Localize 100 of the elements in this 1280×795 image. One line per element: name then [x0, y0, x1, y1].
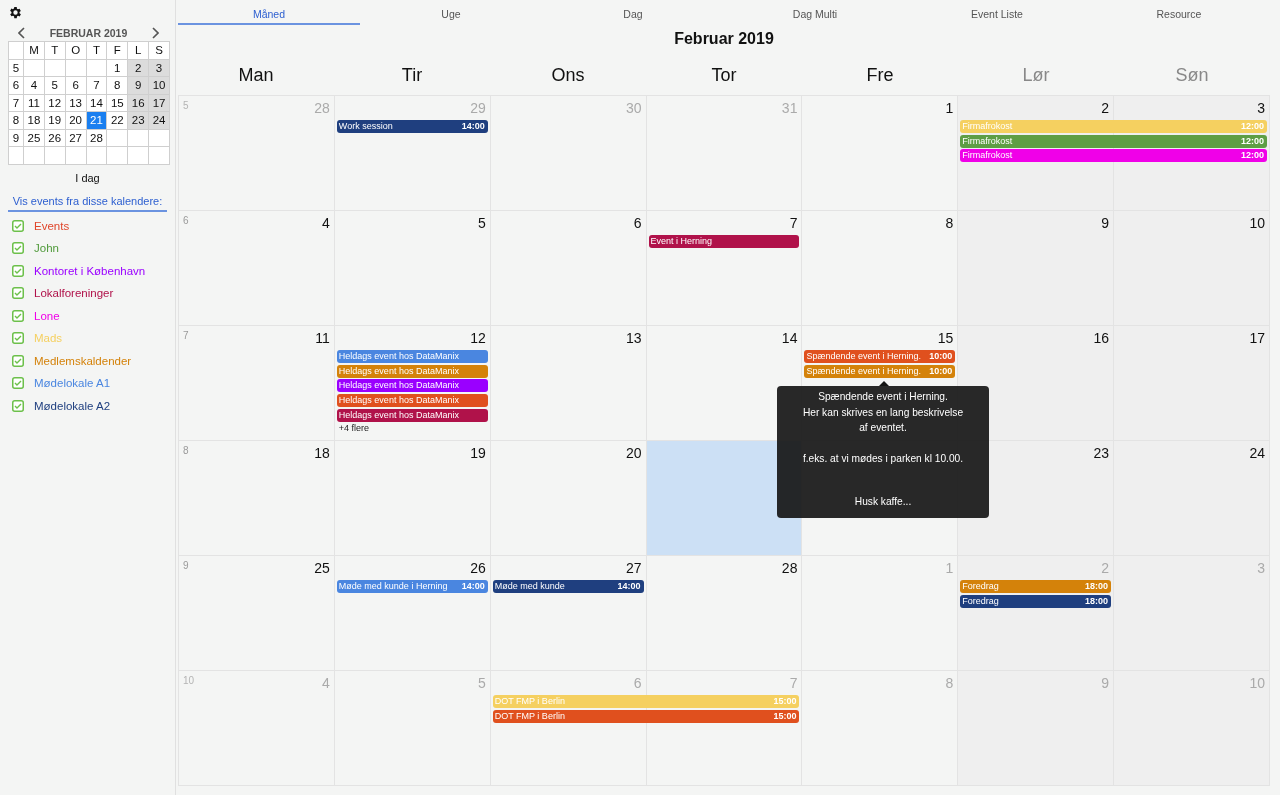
weekday-label: S: [148, 41, 170, 59]
checkbox[interactable]: [12, 399, 24, 412]
day-number: 26: [470, 559, 487, 578]
event-bar[interactable]: Heldags event hos DataManix: [336, 379, 488, 393]
event-bar[interactable]: Foredrag 18:00: [960, 594, 1112, 608]
day-number: 29: [470, 99, 487, 118]
day-number: 3: [1257, 99, 1266, 118]
view-tab[interactable]: Resource: [1088, 0, 1270, 25]
week-number: 8: [182, 444, 189, 458]
event-bar[interactable]: Heldags event hos DataManix: [336, 394, 488, 408]
day-number: 10: [1249, 674, 1266, 693]
checkbox[interactable]: [12, 287, 24, 299]
day-number: 9: [1101, 674, 1111, 693]
day-number: 3: [1257, 559, 1266, 578]
calendars-heading: Vis events fra disse kalendere:: [8, 194, 167, 212]
day-number: 24: [1249, 444, 1266, 463]
previous-month-icon[interactable]: [18, 27, 26, 39]
weekday-label: O: [65, 41, 87, 59]
day-number: 27: [626, 559, 643, 578]
week-number: 7: [182, 329, 189, 343]
day-number: 4: [322, 674, 331, 693]
calendar-name: Mødelokale A2: [34, 399, 111, 412]
day-number: 20: [626, 444, 643, 463]
day-number: 10: [1249, 214, 1266, 233]
day-number: 5: [477, 214, 487, 233]
day-number: 6: [633, 214, 643, 233]
day-number: 25: [314, 559, 331, 578]
event-bar[interactable]: Heldags event hos DataManix: [336, 350, 488, 363]
event-bar[interactable]: Firmafrokost 12:00: [960, 149, 1267, 163]
day-number: 18: [314, 444, 331, 463]
view-tab[interactable]: Måned: [178, 0, 360, 25]
weekday-header: Ons: [550, 64, 586, 86]
event-bar[interactable]: DOT FMP i Berlin 15:00: [492, 709, 800, 723]
day-number: 12: [470, 329, 487, 348]
day-number: 11: [315, 329, 331, 348]
view-tab[interactable]: Event Liste: [906, 0, 1088, 25]
event-bar[interactable]: Event i Herning: [648, 235, 800, 248]
day-number: 1: [945, 559, 955, 578]
week-number: 6: [182, 214, 189, 228]
day-number: 2: [1101, 559, 1111, 578]
weekday-label: L: [127, 41, 149, 59]
week-number: 10: [182, 674, 195, 688]
weekday-header: Tor: [710, 64, 738, 86]
checkbox[interactable]: [12, 264, 24, 277]
day-number: 9: [1101, 214, 1111, 233]
checkbox[interactable]: [12, 309, 24, 322]
calendar-name: Lokalforeninger: [34, 287, 114, 299]
day-number: 7: [789, 674, 799, 693]
day-number: 28: [314, 99, 331, 118]
day-number: 17: [1249, 329, 1266, 348]
event-bar[interactable]: Heldags event hos DataManix: [336, 408, 488, 422]
day-number: 16: [1093, 329, 1111, 348]
week-number: 9: [182, 559, 189, 573]
event-bar[interactable]: Spændende event i Herning. 10:00: [804, 350, 956, 363]
calendar-name: Medlemskaldender: [34, 354, 132, 367]
week-number: 5: [182, 99, 189, 113]
today-button[interactable]: I dag: [75, 171, 100, 184]
day-number: 15: [937, 329, 955, 348]
day-number: 6: [633, 674, 643, 693]
day-number: 28: [781, 559, 799, 578]
day-number: 14: [781, 329, 799, 348]
weekday-label: F: [106, 41, 128, 59]
calendar-name: Mødelokale A1: [34, 377, 111, 389]
event-tooltip: Spændende event i Herning. Her kan skrives en lang beskrivelse af eventet. f.eks. at vi mødes i parken kl 10.00. Husk kaffe...: [777, 386, 989, 518]
mini-calendar-title: FEBRUAR 2019: [49, 27, 128, 39]
day-number: 8: [945, 674, 955, 693]
day-number: 7: [789, 214, 799, 233]
day-number: 13: [626, 329, 643, 348]
day-number: 19: [470, 444, 487, 463]
event-bar[interactable]: Work session 14:00: [336, 120, 488, 133]
weekday-label: T: [86, 41, 107, 59]
day-number: 4: [322, 214, 331, 233]
settings-icon[interactable]: [8, 5, 23, 20]
weekday-header: Lør: [1021, 64, 1051, 86]
more-events-link[interactable]: +4 flere: [336, 423, 488, 434]
day-number: 5: [477, 674, 487, 693]
day-number: 30: [626, 99, 643, 118]
weekday-header: Fre: [865, 64, 895, 86]
weekday-header: Tir: [400, 64, 424, 86]
day-number: 8: [945, 214, 955, 233]
weekday-label: T: [44, 41, 66, 59]
event-bar[interactable]: Møde med kunde i Herning 14:00: [336, 580, 488, 593]
view-tab[interactable]: Dag Multi: [724, 0, 906, 25]
calendar-name: Kontoret i København: [34, 264, 146, 277]
checkbox[interactable]: [12, 377, 24, 389]
day-number: 31: [781, 99, 799, 118]
calendar-name: Events: [34, 219, 70, 232]
day-number: 1: [945, 99, 955, 118]
event-bar[interactable]: Møde med kunde 14:00: [492, 580, 644, 593]
next-month-icon[interactable]: [151, 27, 159, 39]
checkbox[interactable]: [12, 332, 24, 344]
checkbox[interactable]: [12, 242, 24, 254]
view-tab[interactable]: Uge: [360, 0, 542, 25]
calendar-name: Lone: [34, 309, 60, 322]
calendar-name: Mads: [34, 332, 63, 344]
weekday-header: Man: [237, 64, 275, 86]
checkbox[interactable]: [12, 354, 24, 367]
view-tab[interactable]: Dag: [542, 0, 724, 25]
checkbox[interactable]: [12, 219, 24, 232]
calendar-name: John: [34, 242, 59, 254]
